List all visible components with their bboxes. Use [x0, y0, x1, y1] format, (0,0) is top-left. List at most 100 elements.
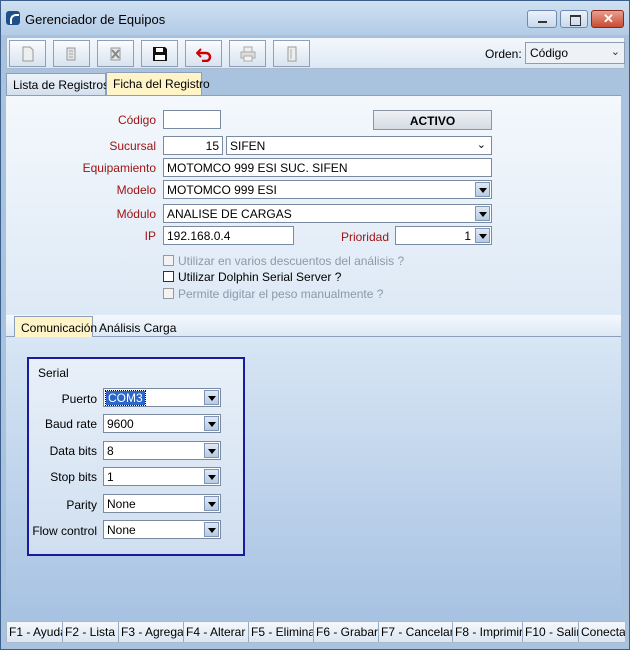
data-bits-label: Data bits [49, 444, 97, 458]
tab-analisis-carga[interactable]: Análisis Carga [93, 317, 176, 339]
ficha-panel: Código ACTIVO Sucursal 15 SIFEN ⌄ Equipa… [6, 95, 621, 315]
tab-ficha-registro[interactable]: Ficha del Registro [106, 72, 210, 95]
orden-select[interactable]: Código ⌄ [525, 42, 625, 64]
new-record-button[interactable] [9, 40, 46, 67]
chevron-down-icon: ⌄ [610, 46, 620, 58]
puerto-label: Puerto [61, 392, 97, 406]
dropdown-arrow-icon[interactable] [204, 496, 219, 511]
equipamiento-input[interactable]: MOTOMCO 999 ESI SUC. SIFEN [163, 158, 492, 177]
connect-button[interactable]: Conectar [579, 622, 625, 642]
codigo-input[interactable] [163, 110, 221, 129]
f2-list-button[interactable]: F2 - Lista [63, 622, 119, 642]
undo-button[interactable] [185, 40, 222, 67]
f7-cancel-button[interactable]: F7 - Cancelar [379, 622, 453, 642]
modulo-label: Módulo [116, 207, 156, 221]
f8-print-button[interactable]: F8 - Imprimir [453, 622, 523, 642]
ip-input[interactable]: 192.168.0.4 [163, 226, 294, 245]
ip-value: 192.168.0.4 [167, 229, 231, 243]
function-key-bar: F1 - Ayuda F2 - Lista F3 - Agregar F4 - … [6, 621, 626, 643]
print-icon [240, 46, 256, 62]
serial-group-title: Serial [38, 366, 69, 380]
f10-exit-button[interactable]: F10 - Salir [523, 622, 579, 642]
f4-alter-button[interactable]: F4 - Alterar [184, 622, 249, 642]
orden-value: Código [530, 46, 569, 60]
modelo-value: MOTOMCO 999 ESI [167, 183, 277, 197]
main-window: Gerenciador de Equipos Orden: Código [0, 0, 630, 650]
sucursal-name-value: SIFEN [230, 139, 266, 153]
dropdown-arrow-icon[interactable] [475, 228, 490, 243]
sucursal-select[interactable]: SIFEN ⌄ [226, 136, 492, 155]
checkbox-box [163, 255, 174, 266]
sucursal-code-value: 15 [205, 139, 219, 153]
tab-lista-registros[interactable]: Lista de Registros [6, 73, 110, 95]
dropdown-arrow-icon[interactable] [475, 182, 490, 197]
tab-comunicacion[interactable]: Comunicación [14, 316, 97, 339]
stop-bits-select[interactable]: 1 [103, 467, 221, 486]
delete-icon [110, 47, 121, 61]
checkbox-box [163, 288, 174, 299]
checkbox-box[interactable] [163, 271, 174, 282]
baud-rate-label: Baud rate [44, 417, 97, 431]
prioridad-select[interactable]: 1 [395, 226, 492, 245]
puerto-select[interactable]: COM3 [103, 388, 221, 407]
f1-help-button[interactable]: F1 - Ayuda [7, 622, 63, 642]
checkbox-label: Permite digitar el peso manualmente ? [178, 287, 384, 301]
sucursal-label: Sucursal [109, 139, 156, 153]
status-badge: ACTIVO [373, 110, 492, 130]
dropdown-arrow-icon[interactable] [204, 522, 219, 537]
checkbox-label[interactable]: Utilizar Dolphin Serial Server ? [178, 270, 341, 284]
dropdown-arrow-icon[interactable] [204, 469, 219, 484]
modulo-select[interactable]: ANALISE DE CARGAS [163, 204, 492, 223]
codigo-label: Código [117, 113, 156, 127]
dropdown-arrow-icon[interactable] [204, 416, 219, 431]
modelo-select[interactable]: MOTOMCO 999 ESI [163, 180, 492, 199]
parity-select[interactable]: None [103, 494, 221, 513]
flow-control-select[interactable]: None [103, 520, 221, 539]
maximize-button[interactable] [560, 10, 588, 28]
save-icon [153, 47, 167, 61]
flow-control-value: None [107, 523, 136, 537]
detail-tabs: Comunicación Análisis Carga [6, 315, 621, 339]
prioridad-label: Prioridad [340, 230, 389, 244]
tab-label: Lista de Registros [13, 78, 110, 92]
title-bar[interactable]: Gerenciador de Equipos [1, 1, 629, 35]
window-title: Gerenciador de Equipos [25, 12, 166, 27]
toolbar: Orden: Código ⌄ [6, 37, 625, 69]
edit-document-icon [66, 47, 76, 61]
stop-bits-label: Stop bits [50, 470, 97, 484]
export-button[interactable] [273, 40, 310, 67]
delete-record-button[interactable] [97, 40, 134, 67]
stop-bits-value: 1 [107, 470, 114, 484]
close-button[interactable] [591, 10, 624, 28]
ip-label: IP [144, 229, 156, 243]
dropdown-arrow-icon[interactable] [475, 206, 490, 221]
baud-rate-value: 9600 [107, 417, 134, 431]
f6-save-button[interactable]: F6 - Grabar [314, 622, 379, 642]
modelo-label: Modelo [116, 183, 156, 197]
print-button[interactable] [229, 40, 266, 67]
f5-delete-button[interactable]: F5 - Eliminar [249, 622, 314, 642]
baud-rate-select[interactable]: 9600 [103, 414, 221, 433]
orden-label: Orden: [485, 47, 522, 61]
undo-icon [196, 48, 212, 62]
sucursal-code-input[interactable]: 15 [163, 136, 223, 155]
dropdown-arrow-icon[interactable] [204, 390, 219, 405]
modulo-value: ANALISE DE CARGAS [167, 207, 292, 221]
chevron-down-icon: ⌄ [476, 139, 486, 151]
comunicacion-panel: Serial Puerto COM3 Baud rate 9600 Data b… [6, 337, 621, 619]
save-record-button[interactable] [141, 40, 178, 67]
edit-record-button[interactable] [53, 40, 90, 67]
app-icon [6, 11, 20, 25]
equipamiento-label: Equipamiento [82, 161, 156, 175]
minimize-button[interactable] [527, 10, 557, 28]
prioridad-value: 1 [464, 229, 471, 243]
f3-add-button[interactable]: F3 - Agregar [119, 622, 184, 642]
flow-control-label: Flow control [32, 524, 97, 538]
data-bits-select[interactable]: 8 [103, 441, 221, 460]
equipamiento-value: MOTOMCO 999 ESI SUC. SIFEN [167, 161, 348, 175]
checkbox-label: Utilizar en varios descuentos del anális… [178, 254, 405, 268]
serial-group: Serial Puerto COM3 Baud rate 9600 Data b… [27, 357, 245, 556]
parity-value: None [107, 497, 136, 511]
dropdown-arrow-icon[interactable] [204, 443, 219, 458]
new-document-icon [22, 46, 34, 62]
